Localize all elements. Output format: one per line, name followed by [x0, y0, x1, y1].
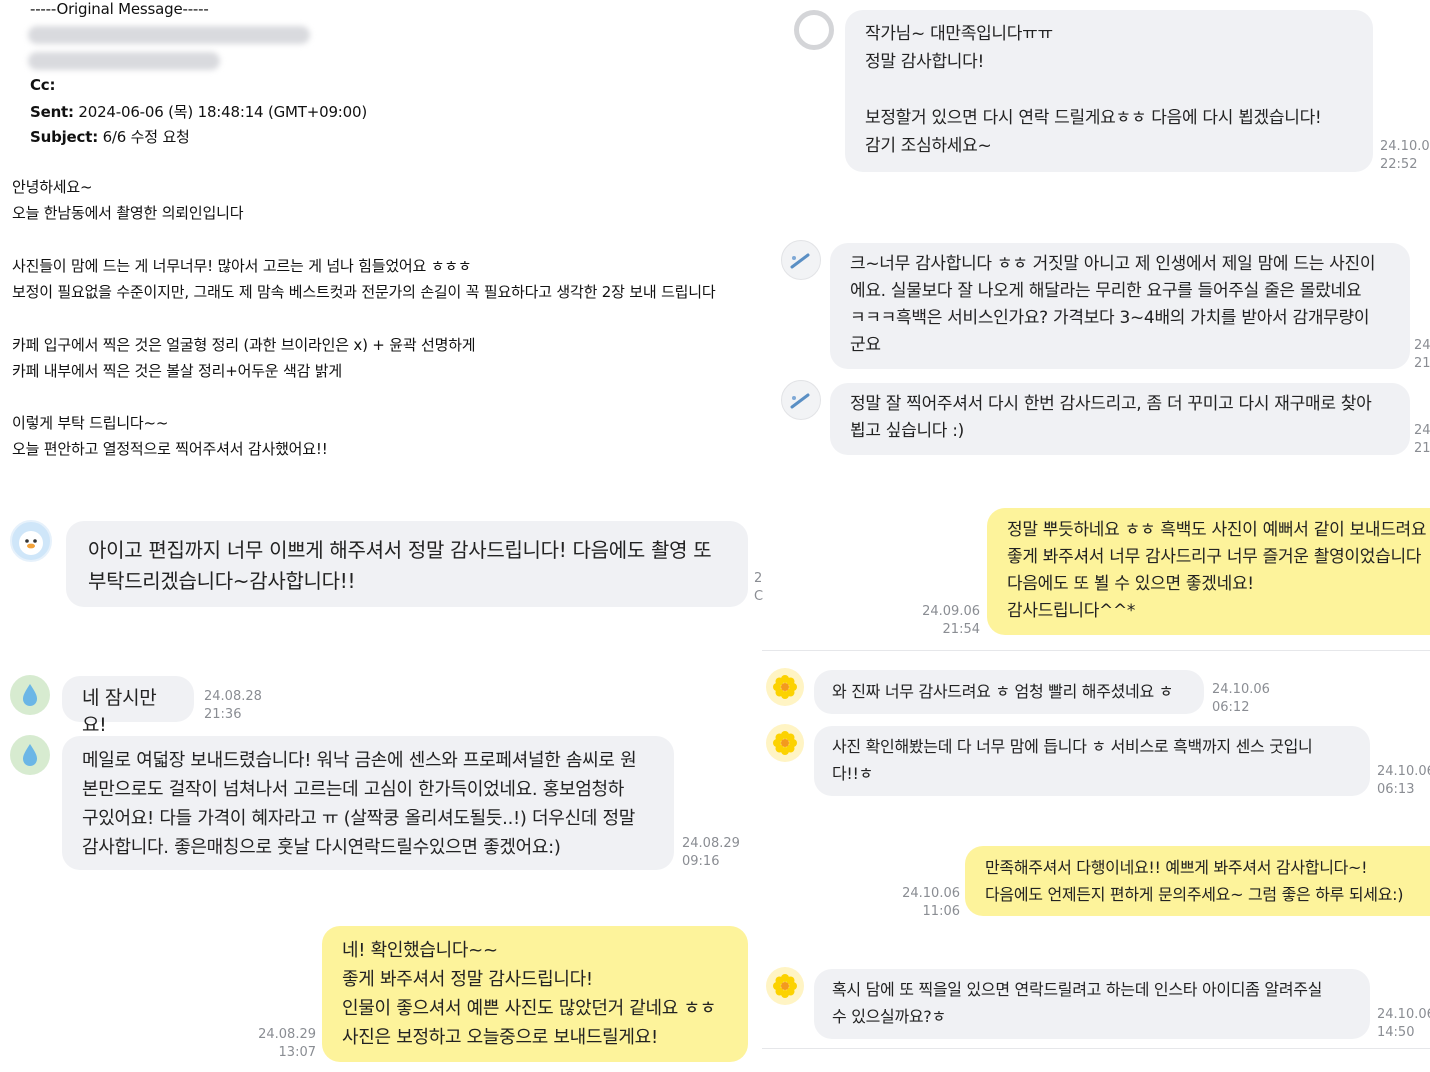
- chat-message-bubble: 와 진짜 너무 감사드려요 ㅎ 엄청 빨리 해주셨네요 ㅎ: [814, 670, 1204, 714]
- message-text: 아이고 편집까지 너무 이쁘게 해주셔서 정말 감사드립니다! 다음에도 촬영 …: [88, 538, 712, 593]
- message-text: 와 진짜 너무 감사드려요 ㅎ 엄청 빨리 해주셨네요 ㅎ: [832, 682, 1174, 701]
- flower-avatar-icon: [766, 668, 804, 706]
- email-body-line: 카페 내부에서 찍은 것은 볼살 정리+어두운 색감 밝게: [12, 362, 342, 380]
- pen-avatar-icon: [781, 380, 821, 420]
- message-text: 작가님~ 대만족입니다ㅠㅠ 정말 감사합니다! 보정할거 있으면 다시 연락 드…: [865, 24, 1322, 156]
- message-timestamp: 24.10.09 22:52: [1380, 139, 1430, 172]
- email-original-header: -----Original Message-----: [30, 0, 209, 18]
- message-text: 크~너무 감사합니다 ㅎㅎ 거짓말 아니고 제 인생에서 제일 맘에 드는 사진…: [850, 254, 1376, 355]
- chat-message-bubble: 정말 잘 찍어주셔서 다시 한번 감사드리고, 좀 더 꾸미고 다시 재구매로 …: [830, 383, 1410, 455]
- message-timestamp: 24.10.06 14:50: [1377, 1007, 1430, 1040]
- email-sent-value: 2024-06-06 (목) 18:48:14 (GMT+09:00): [78, 103, 367, 121]
- email-subject-row: Subject: 6/6 수정 요청: [30, 126, 190, 147]
- message-timestamp: 24.08.29 09:16: [682, 836, 740, 869]
- chat-message-bubble-mine: 정말 뿌듯하네요 ㅎㅎ 흑백도 사진이 예뻐서 같이 보내드려요 좋게 봐주셔서…: [987, 508, 1430, 635]
- message-text: 네! 확인했습니다~~ 좋게 봐주셔서 정말 감사드립니다! 인물이 좋으셔서 …: [342, 940, 716, 1048]
- email-body-line: 안녕하세요~: [12, 178, 93, 196]
- chat-message-bubble: 크~너무 감사합니다 ㅎㅎ 거짓말 아니고 제 인생에서 제일 맘에 드는 사진…: [830, 243, 1410, 369]
- message-timestamp: 24.09.06 21:54: [922, 604, 980, 637]
- message-timestamp: 24.10.06 11:06: [902, 886, 960, 919]
- email-to-redacted: [28, 52, 220, 70]
- email-body-line: 보정이 필요없을 수준이지만, 그래도 제 맘속 베스트컷과 전문가의 손길이 …: [12, 283, 716, 301]
- message-timestamp: 2 C: [754, 571, 764, 604]
- message-text: 네 잠시만요!: [82, 687, 157, 736]
- message-text: 정말 뿌듯하네요 ㅎㅎ 흑백도 사진이 예뻐서 같이 보내드려요 좋게 봐주셔서…: [1007, 520, 1427, 621]
- chat-message-bubble: 네 잠시만요!: [62, 676, 194, 736]
- chat-message-bubble: 작가님~ 대만족입니다ㅠㅠ 정말 감사합니다! 보정할거 있으면 다시 연락 드…: [845, 10, 1373, 172]
- email-from-redacted: [28, 26, 310, 44]
- message-text: 메일로 여덟장 보내드렸습니다! 워낙 금손에 센스와 프로페셔널한 솜씨로 원…: [82, 750, 637, 858]
- message-timestamp: 24 21:: [1414, 423, 1430, 456]
- section-divider: [762, 1048, 1430, 1049]
- message-timestamp: 24.08.29 13:07: [258, 1027, 316, 1060]
- message-timestamp: 24.08.28 21:36: [204, 689, 262, 722]
- email-body-line: 오늘 한남동에서 촬영한 의뢰인입니다: [12, 204, 244, 222]
- chat-message-bubble-mine: 만족해주셔서 다행이네요!! 예쁘게 봐주셔서 감사합니다~! 다음에도 언제든…: [965, 846, 1430, 916]
- email-sent-label: Sent:: [30, 103, 74, 121]
- chat-message-bubble: 혹시 담에 또 찍을일 있으면 연락드릴려고 하는데 인스타 아이디좀 알려주실…: [814, 969, 1370, 1039]
- duck-avatar-icon: [10, 520, 52, 562]
- email-body-line: 오늘 편안하고 열정적으로 찍어주셔서 감사했어요!!: [12, 440, 328, 458]
- email-sent-row: Sent: 2024-06-06 (목) 18:48:14 (GMT+09:00…: [30, 101, 367, 122]
- email-subject-value: 6/6 수정 요청: [102, 128, 190, 146]
- chat-message-bubble: 사진 확인해봤는데 다 너무 맘에 듭니다 ㅎ 서비스로 흑백까지 센스 굿입니…: [814, 726, 1370, 796]
- message-text: 정말 잘 찍어주셔서 다시 한번 감사드리고, 좀 더 꾸미고 다시 재구매로 …: [850, 394, 1372, 441]
- waterdrop-avatar-icon: [10, 735, 50, 775]
- message-timestamp: 24.10.06 06:13: [1377, 764, 1430, 797]
- message-text: 만족해주셔서 다행이네요!! 예쁘게 봐주셔서 감사합니다~! 다음에도 언제든…: [985, 858, 1404, 904]
- email-cc-label: Cc:: [30, 76, 56, 94]
- chat-message-bubble: 아이고 편집까지 너무 이쁘게 해주셔서 정말 감사드립니다! 다음에도 촬영 …: [66, 521, 748, 607]
- message-text: 혹시 담에 또 찍을일 있으면 연락드릴려고 하는데 인스타 아이디좀 알려주실…: [832, 980, 1323, 1026]
- pen-avatar-icon: [781, 240, 821, 280]
- email-body-line: 사진들이 맘에 드는 게 너무너무! 많아서 고르는 게 넘나 힘들었어요 ㅎㅎ…: [12, 257, 472, 275]
- profile-avatar-icon: [794, 10, 834, 50]
- chat-message-bubble: 메일로 여덟장 보내드렸습니다! 워낙 금손에 센스와 프로페셔널한 솜씨로 원…: [62, 736, 674, 870]
- waterdrop-avatar-icon: [10, 675, 50, 715]
- message-timestamp: 24.10.06 06:12: [1212, 682, 1270, 715]
- flower-avatar-icon: [766, 967, 804, 1005]
- email-body-line: 이렇게 부탁 드립니다~~: [12, 414, 169, 432]
- email-subject-label: Subject:: [30, 128, 98, 146]
- section-divider: [762, 650, 1430, 651]
- message-text: 사진 확인해봤는데 다 너무 맘에 듭니다 ㅎ 서비스로 흑백까지 센스 굿입니…: [832, 737, 1313, 783]
- email-body-line: 카페 입구에서 찍은 것은 얼굴형 정리 (과한 브이라인은 x) + 윤곽 선…: [12, 336, 476, 354]
- message-timestamp: 24 21:: [1414, 338, 1430, 371]
- chat-message-bubble-mine: 네! 확인했습니다~~ 좋게 봐주셔서 정말 감사드립니다! 인물이 좋으셔서 …: [322, 926, 748, 1062]
- flower-avatar-icon: [766, 724, 804, 762]
